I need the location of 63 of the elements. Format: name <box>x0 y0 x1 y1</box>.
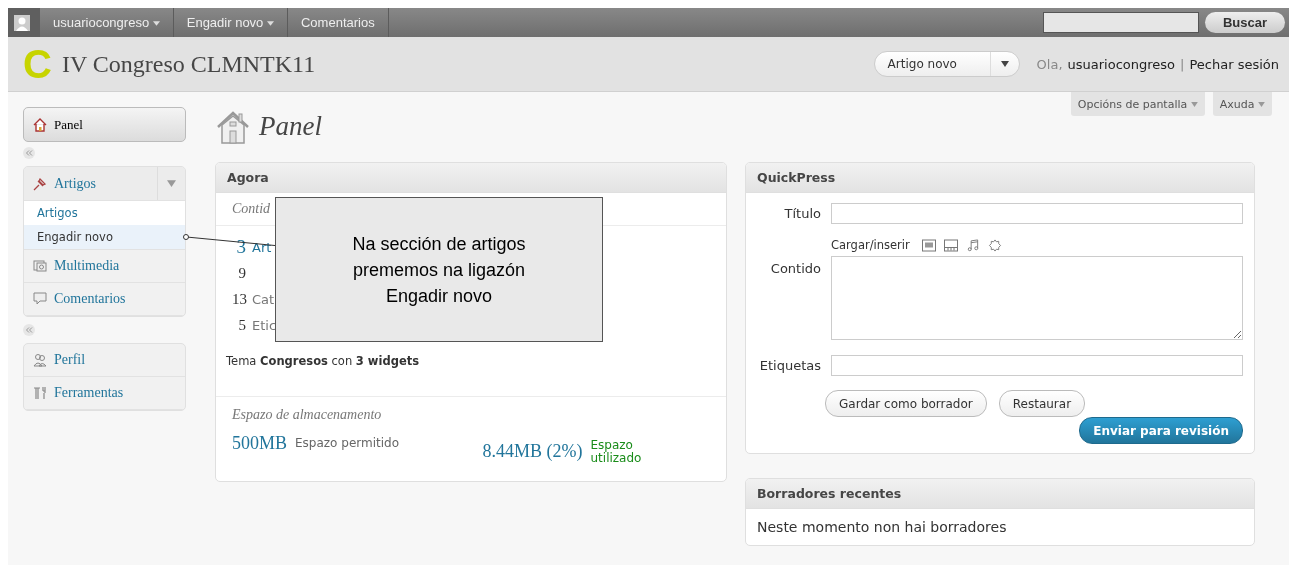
submenu-item[interactable]: Artigos <box>24 201 185 225</box>
search-button[interactable]: Buscar <box>1204 12 1285 33</box>
widget-title: Agora <box>227 170 269 185</box>
sidebar-item[interactable]: Ferramentas <box>24 385 185 401</box>
storage-value[interactable]: 500MB <box>232 433 287 454</box>
video-icon[interactable] <box>943 238 958 252</box>
action-button[interactable]: Restaurar <box>998 390 1086 417</box>
sidebar-item[interactable]: Panel <box>23 107 186 142</box>
camera-icon <box>32 258 48 274</box>
sidebar-item[interactable]: Perfil <box>24 352 185 368</box>
house-icon <box>32 116 48 133</box>
storage-label: Espazo permitido <box>295 436 400 450</box>
caret-icon[interactable] <box>167 180 176 187</box>
title-field[interactable] <box>831 203 1243 224</box>
field-label: Título <box>783 206 821 221</box>
content-field[interactable] <box>831 256 1243 340</box>
page-title: Panel <box>259 111 322 142</box>
caret-icon <box>1000 61 1009 67</box>
users-icon <box>32 352 48 368</box>
storage-title: Espazo de almacenamento <box>232 407 382 422</box>
submit-button[interactable]: Enviar para revisión <box>1079 417 1243 444</box>
count-label[interactable]: Etic <box>252 317 277 333</box>
greeting-text: Ola, <box>1036 56 1063 72</box>
count-text: 5 <box>237 316 246 334</box>
field-label: Contido <box>769 261 821 276</box>
separator-text: | <box>1180 56 1185 72</box>
empty-message: Neste momento non hai borradores <box>757 519 1007 535</box>
search-field[interactable] <box>1042 12 1199 33</box>
action-button[interactable]: Gardar como borrador <box>825 390 987 417</box>
callout-text: Na sección de artigos prememos na ligazón Engadir novo <box>352 232 526 308</box>
count-text: 9 <box>237 264 246 282</box>
count-label[interactable]: Cat <box>252 291 275 307</box>
caret-icon <box>152 21 160 27</box>
widget-title: Borradores recentes <box>757 486 902 501</box>
speech-bubble-icon <box>32 291 48 307</box>
avatar-icon[interactable] <box>14 14 30 31</box>
caret-icon <box>1258 102 1265 107</box>
image-icon[interactable] <box>921 238 936 252</box>
count-text: 13 <box>232 290 246 308</box>
caret-icon <box>266 21 274 27</box>
screen-tab[interactable]: Axuda <box>1212 92 1272 116</box>
sidebar-item[interactable]: Comentarios <box>24 291 185 307</box>
music-icon[interactable] <box>965 238 980 252</box>
quick-action-dropdown[interactable]: Artigo novo <box>873 51 1020 77</box>
screen-tab[interactable]: Opcións de pantalla <box>1070 92 1205 116</box>
site-title[interactable]: IV Congreso CLMNTK11 <box>61 50 316 78</box>
upload-label: Cargar/inserir <box>831 238 910 252</box>
sidebar-item[interactable]: Multimedia <box>24 258 185 274</box>
theme-text: Tema Congresos con 3 widgets <box>226 354 420 368</box>
submenu-item[interactable]: Engadir novo <box>24 225 185 250</box>
storage-label: Espazo utilizado <box>590 439 642 465</box>
section-title: Contid <box>232 201 271 217</box>
tools-icon <box>32 385 48 401</box>
caret-icon <box>1190 102 1198 107</box>
storage-value[interactable]: 8.44MB (2%) <box>482 441 583 462</box>
logout-link[interactable]: Pechar sesión <box>1189 56 1279 72</box>
star-icon[interactable] <box>987 238 1002 252</box>
tags-field[interactable] <box>831 355 1243 376</box>
widget-title: QuickPress <box>757 170 836 185</box>
field-label: Etiquetas <box>758 358 821 373</box>
user-link[interactable]: usuariocongreso <box>1067 56 1176 72</box>
house-icon <box>215 109 251 145</box>
count-label[interactable]: Art <box>252 239 272 255</box>
